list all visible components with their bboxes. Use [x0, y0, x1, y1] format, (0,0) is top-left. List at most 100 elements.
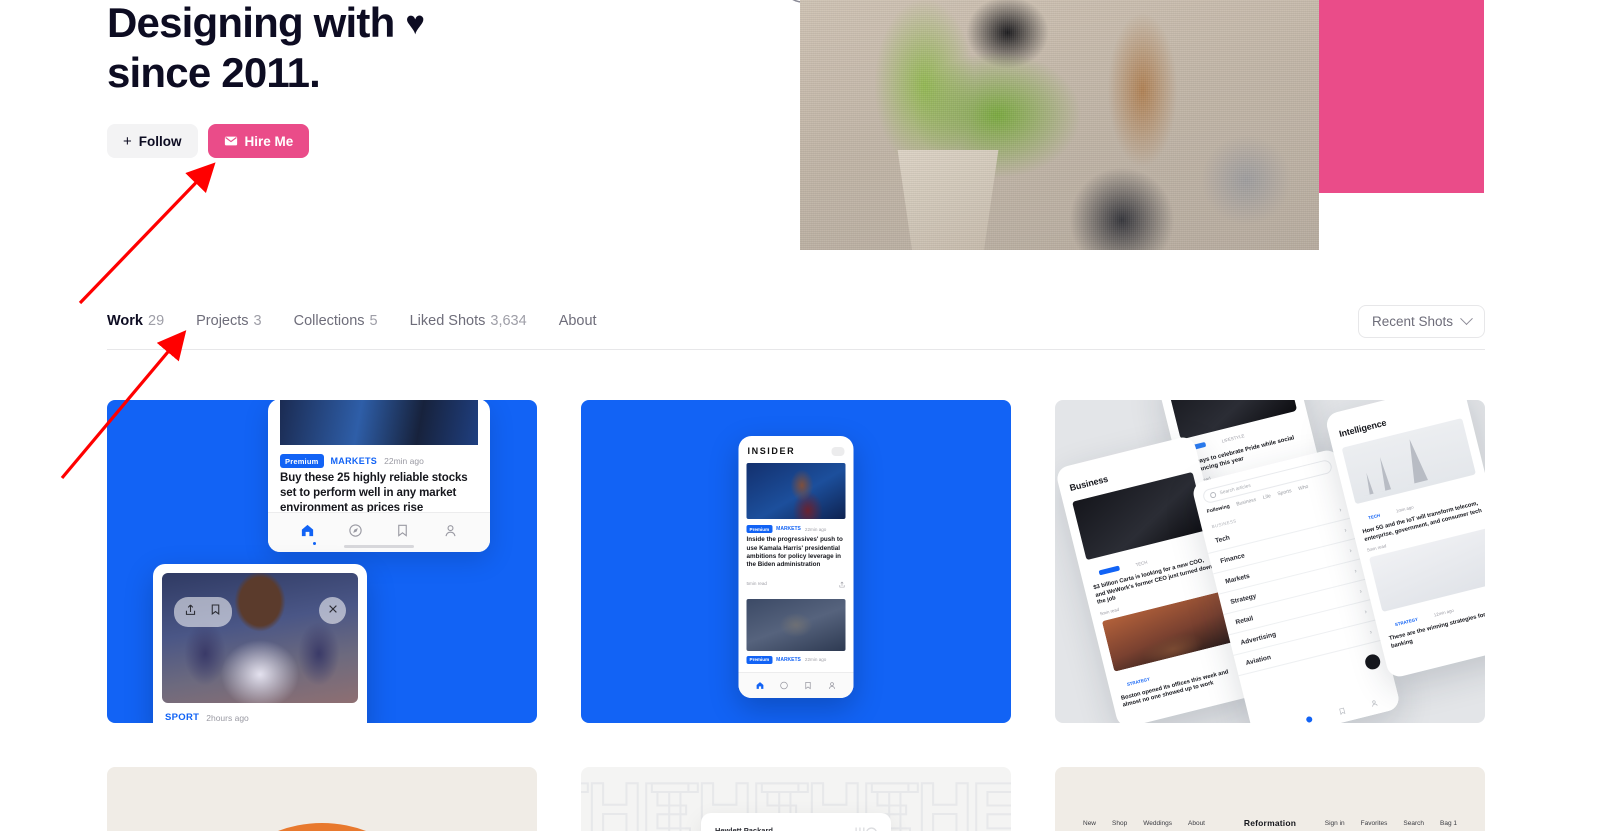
nav-new[interactable]: New: [1083, 820, 1096, 827]
chevron-right-icon: ›: [1358, 587, 1363, 595]
reformation-nav-left: New Shop Weddings About: [1083, 820, 1205, 827]
home-icon: [1271, 718, 1283, 723]
hero-pink-block: [1319, 0, 1484, 193]
phone-card-top: Premium MARKETS 22min ago Buy these 25 h…: [268, 400, 490, 552]
nav-about[interactable]: About: [1188, 820, 1205, 827]
tab-about-label: About: [558, 313, 597, 329]
strategy-cat: STRATEGY: [1126, 676, 1151, 687]
hero-photo: [800, 0, 1319, 250]
hero-action-buttons: + Follow Hire Me: [107, 124, 310, 158]
nav-weddings[interactable]: Weddings: [1143, 820, 1172, 827]
premium-badge: Premium: [746, 525, 773, 534]
orange-sun-shape: [197, 823, 447, 831]
bookmark-icon: [804, 677, 813, 695]
insider-header-badge: [831, 446, 845, 456]
chevron-right-icon: ›: [1363, 607, 1368, 616]
tab-work-label: Work: [107, 313, 143, 329]
follow-button[interactable]: + Follow: [107, 124, 198, 158]
strategy-ago-2: 12min ago: [1433, 607, 1455, 618]
search-icon: [1209, 491, 1217, 499]
shots-row-1: Premium MARKETS 22min ago Buy these 25 h…: [107, 400, 1485, 723]
menu-item-label: Tech: [1214, 533, 1231, 545]
cardholder-name: Hewlett Packard: [715, 826, 773, 831]
lifestyle-cat: LIFESTYLE: [1221, 433, 1245, 444]
insider-article-meta: Premium MARKETS 22min ago: [739, 525, 854, 536]
menu-tabbar: [1250, 686, 1402, 723]
home-icon: [755, 677, 764, 695]
sport-category: SPORT: [165, 712, 200, 723]
phone-card-sport: SPORT 2hours ago: [153, 564, 367, 723]
tab-collections[interactable]: Collections 5: [294, 313, 378, 329]
tab-projects[interactable]: Projects 3: [196, 313, 261, 329]
sort-dropdown[interactable]: Recent Shots: [1357, 305, 1485, 338]
strategy-cat-2: STRATEGY: [1394, 616, 1419, 628]
sport-timestamp: 2hours ago: [206, 712, 249, 723]
chevron-down-icon: [1460, 312, 1473, 326]
premium-chip: [1098, 565, 1121, 576]
profile-icon: [443, 523, 458, 543]
article-timestamp: 22min ago: [384, 456, 424, 466]
shot-card-app-suite[interactable]: LIFESTYLE 10 ways to celebrate Pride whi…: [1055, 400, 1485, 723]
article-category: MARKETS: [330, 456, 378, 466]
hire-me-button[interactable]: Hire Me: [207, 124, 310, 158]
close-button[interactable]: [319, 597, 346, 624]
hire-me-button-label: Hire Me: [244, 133, 294, 149]
tab-about[interactable]: About: [559, 313, 597, 329]
chip-sports[interactable]: Sports: [1277, 488, 1292, 497]
tech-ago: 1min ago: [1395, 504, 1415, 514]
intelligence-title: Intelligence: [1338, 417, 1388, 439]
shot-card-markets[interactable]: Premium MARKETS 22min ago Buy these 25 h…: [107, 400, 537, 723]
article-thumbnail: [280, 400, 478, 445]
share-icon[interactable]: [184, 603, 197, 621]
tab-liked-shots-label: Liked Shots: [409, 313, 486, 329]
home-indicator: [344, 545, 414, 548]
photo-action-group[interactable]: [174, 597, 232, 627]
nav-search[interactable]: Search: [1403, 820, 1424, 827]
share-icon: [839, 581, 845, 588]
article-category-2: MARKETS: [776, 656, 801, 663]
profile-icon: [828, 677, 837, 695]
chip-business[interactable]: Business: [1236, 497, 1257, 508]
premium-badge: Premium: [746, 655, 773, 664]
shot-card-insider[interactable]: INSIDER Premium MARKETS 22min ago Inside…: [581, 400, 1011, 723]
insider-photo-harris: [746, 463, 846, 519]
nav-sign-in[interactable]: Sign in: [1325, 820, 1345, 827]
tab-work[interactable]: Work 29: [107, 313, 164, 329]
nav-favorites[interactable]: Favorites: [1361, 820, 1388, 827]
menu-item-label: Markets: [1224, 572, 1251, 586]
profile-icon: [1368, 693, 1380, 712]
shot-card-reformation[interactable]: New Shop Weddings About Reformation Sign…: [1055, 767, 1485, 831]
page-title-line1: Designing with: [107, 0, 406, 46]
chip-who[interactable]: Who: [1298, 484, 1309, 492]
credit-card-mockup: Hewlett Packard: [701, 813, 891, 831]
compass-icon: [779, 677, 788, 695]
article-meta: Premium MARKETS 22min ago: [268, 445, 490, 471]
profile-tabs: Work 29 Projects 3 Collections 5 Liked Shot…: [107, 305, 597, 329]
read-time: 5min read: [746, 581, 767, 587]
tab-liked-shots[interactable]: Liked Shots 3,634: [410, 313, 527, 329]
heart-icon: ♥: [405, 4, 425, 41]
chip-following[interactable]: Following: [1206, 503, 1230, 514]
shot-card-the-type[interactable]: THE THE THE THE Hewlett Packard: [581, 767, 1011, 831]
article-timestamp-2: 22min ago: [804, 657, 827, 663]
menu-item-label: Aviation: [1244, 653, 1272, 667]
shot-card-sunrise[interactable]: [107, 767, 537, 831]
chevron-right-icon: ›: [1353, 567, 1358, 575]
nav-shop[interactable]: Shop: [1112, 820, 1127, 827]
card-brand-icon: [855, 827, 877, 831]
sport-photo: [162, 573, 358, 703]
nav-bag[interactable]: Bag 1: [1440, 820, 1457, 827]
reformation-navbar: New Shop Weddings About Reformation Sign…: [1083, 813, 1457, 831]
menu-item-label: Strategy: [1229, 592, 1257, 606]
bookmark-icon[interactable]: [209, 603, 222, 621]
insider-readtime-row: 5min read: [739, 570, 854, 599]
profile-tabs-bar: Work 29 Projects 3 Collections 5 Liked Shot…: [107, 305, 1485, 350]
floating-action-button[interactable]: [1363, 652, 1382, 671]
premium-badge: Premium: [280, 454, 324, 468]
menu-item-label: Finance: [1219, 551, 1246, 565]
chip-life[interactable]: Life: [1262, 493, 1271, 501]
the-word: THE: [870, 767, 1011, 831]
page-title: Designing with ♥ since 2011.: [107, 0, 727, 98]
insider-tabbar: [738, 672, 854, 698]
shots-grid: Premium MARKETS 22min ago Buy these 25 h…: [107, 400, 1485, 831]
